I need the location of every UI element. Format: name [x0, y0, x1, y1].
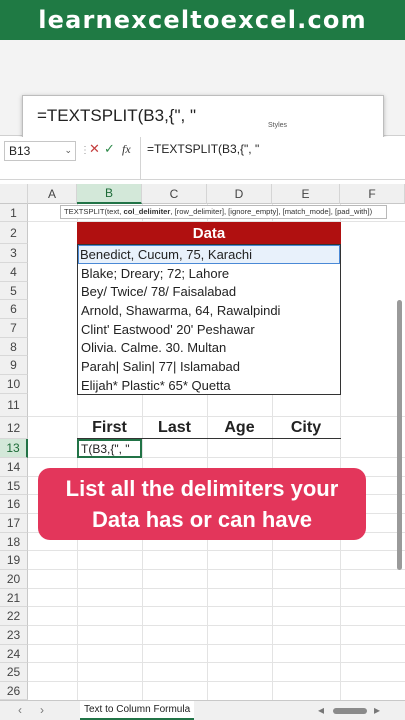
- row-header[interactable]: 11: [0, 394, 28, 417]
- output-header-city[interactable]: City: [272, 417, 340, 439]
- check-icon[interactable]: ✓: [104, 141, 115, 157]
- table-row[interactable]: Blake; Dreary; 72; Lahore: [80, 264, 338, 283]
- gridline: [28, 625, 405, 626]
- row-header[interactable]: 3: [0, 244, 28, 263]
- row-header[interactable]: 24: [0, 645, 28, 663]
- row-header[interactable]: 12: [0, 417, 28, 439]
- table-row[interactable]: Parah| Salin| 77| Islamabad: [80, 357, 338, 376]
- row-header[interactable]: 15: [0, 477, 28, 495]
- column-header-c[interactable]: C: [142, 184, 207, 204]
- row-header[interactable]: 19: [0, 551, 28, 570]
- callout-line-1: List all the delimiters your: [65, 476, 339, 501]
- formula-bar: B13 ⌄ ⋮ ✕ ✓ fx =TEXTSPLIT(B3,{", ": [0, 137, 405, 180]
- formula-input[interactable]: =TEXTSPLIT(B3,{", ": [140, 137, 405, 179]
- vertical-scrollbar[interactable]: [397, 300, 402, 570]
- gridline: [28, 588, 405, 589]
- column-header-a[interactable]: A: [28, 184, 77, 204]
- gridline: [28, 550, 405, 551]
- row-header-selected[interactable]: 13: [0, 439, 28, 458]
- worksheet-grid[interactable]: A B C D E F 1 2 3 4 5 6 7 8 9 10 11 12 1…: [0, 180, 405, 700]
- column-header-b[interactable]: B: [77, 184, 142, 204]
- row-header[interactable]: 26: [0, 682, 28, 700]
- data-table: Benedict, Cucum, 75, Karachi Blake; Drea…: [77, 244, 341, 395]
- table-row[interactable]: Bey/ Twice/ 78/ Faisalabad: [80, 283, 338, 302]
- table-row[interactable]: Benedict, Cucum, 75, Karachi: [78, 245, 340, 264]
- row-header[interactable]: 22: [0, 607, 28, 626]
- column-header-d[interactable]: D: [207, 184, 272, 204]
- row-header[interactable]: 20: [0, 570, 28, 589]
- tooltip-fn: TEXTSPLIT(text,: [64, 207, 124, 216]
- insert-function-icon[interactable]: fx: [122, 142, 131, 157]
- sheet-tab-bar: ‹ › Text to Column Formula ◂ ▸: [0, 700, 405, 720]
- cancel-icon[interactable]: ✕: [89, 141, 100, 157]
- gridline: [28, 662, 405, 663]
- row-header[interactable]: 6: [0, 300, 28, 319]
- output-header-age[interactable]: Age: [207, 417, 272, 439]
- table-row[interactable]: Elijah* Plastic* 65* Quetta: [80, 376, 338, 395]
- scroll-right-icon[interactable]: ▸: [374, 703, 380, 717]
- row-header[interactable]: 21: [0, 589, 28, 607]
- row-header[interactable]: 17: [0, 514, 28, 533]
- row-header[interactable]: 2: [0, 222, 28, 244]
- instruction-callout: List all the delimiters your Data has or…: [38, 468, 366, 540]
- row-header[interactable]: 9: [0, 356, 28, 375]
- row-header[interactable]: 7: [0, 319, 28, 338]
- tooltip-current-arg: col_delimiter: [123, 207, 171, 216]
- gridline: [28, 606, 405, 607]
- row-header[interactable]: 8: [0, 338, 28, 356]
- styles-group-label: Styles: [268, 122, 288, 129]
- table-row[interactable]: Clint' Eastwood' 20' Peshawar: [80, 320, 338, 339]
- callout-line-2: Data has or can have: [91, 507, 313, 532]
- active-cell-b13[interactable]: T(B3,{", ": [77, 439, 142, 458]
- chevron-down-icon[interactable]: ⌄: [64, 145, 72, 156]
- row-header[interactable]: 23: [0, 626, 28, 645]
- column-header-e[interactable]: E: [272, 184, 340, 204]
- next-sheet-icon[interactable]: ›: [40, 703, 44, 717]
- name-box-value: B13: [9, 144, 31, 158]
- gridline: [28, 681, 405, 682]
- scroll-left-icon[interactable]: ◂: [318, 703, 324, 717]
- row-header[interactable]: 10: [0, 375, 28, 394]
- row-header[interactable]: 16: [0, 495, 28, 514]
- gridline: [28, 644, 405, 645]
- gridline: [28, 569, 405, 570]
- prev-sheet-icon[interactable]: ‹: [18, 703, 22, 717]
- row-header[interactable]: 18: [0, 533, 28, 551]
- horizontal-scrollbar[interactable]: [333, 708, 367, 714]
- table-row[interactable]: Olivia. Calme. 30. Multan: [80, 339, 338, 358]
- output-header-last[interactable]: Last: [142, 417, 207, 439]
- name-box[interactable]: B13 ⌄: [4, 141, 76, 161]
- banner-text: learnexceltoexcel.com: [38, 6, 367, 34]
- row-header[interactable]: 4: [0, 263, 28, 282]
- output-header-first[interactable]: First: [77, 417, 142, 439]
- row-header[interactable]: 1: [0, 204, 28, 222]
- row-header[interactable]: 25: [0, 663, 28, 682]
- row-header[interactable]: 5: [0, 282, 28, 300]
- site-banner: learnexceltoexcel.com: [0, 0, 405, 40]
- row-header[interactable]: 14: [0, 458, 28, 477]
- table-row[interactable]: Arnold, Shawarma, 64, Rawalpindi: [80, 301, 338, 320]
- select-all-corner[interactable]: [0, 184, 28, 204]
- formula-zoom-text: =TEXTSPLIT(B3,{", ": [37, 106, 196, 125]
- column-header-f[interactable]: F: [340, 184, 405, 204]
- data-table-header: Data: [77, 222, 341, 244]
- ribbon: =TEXTSPLIT(B3,{", " Styles: [0, 40, 405, 157]
- tooltip-rest: , [row_delimiter], [ignore_empty], [matc…: [170, 207, 373, 216]
- function-tooltip: TEXTSPLIT(text, col_delimiter, [row_deli…: [60, 205, 387, 219]
- sheet-tab-active[interactable]: Text to Column Formula: [80, 701, 195, 720]
